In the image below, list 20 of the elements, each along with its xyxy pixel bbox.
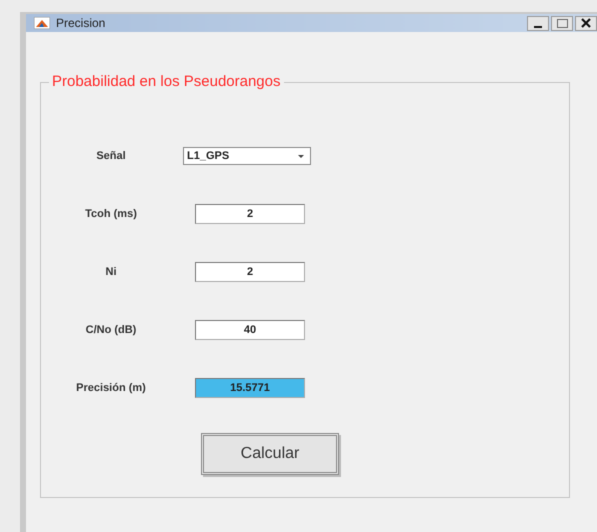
field-label: Señal: [95, 150, 127, 162]
result-field[interactable]: 15.5771: [195, 378, 305, 398]
maximize-icon: [556, 18, 568, 28]
calculate-button[interactable]: Calcular: [201, 433, 339, 475]
input-field[interactable]: 2: [195, 262, 305, 282]
window-title: Precision: [56, 16, 106, 30]
field-label: C/No (dB): [84, 324, 138, 336]
minimize-button[interactable]: [527, 16, 549, 30]
field-label: Ni: [104, 266, 118, 278]
app-icon: [34, 17, 50, 29]
signal-dropdown[interactable]: L1_GPS: [183, 147, 311, 165]
input-field[interactable]: 40: [195, 320, 305, 340]
minimize-icon: [534, 26, 542, 28]
field-label: Precisión (m): [75, 382, 147, 394]
field-label: Tcoh (ms): [84, 208, 138, 220]
maximize-button[interactable]: [551, 16, 573, 30]
close-button[interactable]: [575, 16, 597, 30]
panel-title: Probabilidad en los Pseudorangos: [49, 74, 284, 90]
close-icon: [581, 18, 591, 28]
input-field[interactable]: 2: [195, 204, 305, 224]
